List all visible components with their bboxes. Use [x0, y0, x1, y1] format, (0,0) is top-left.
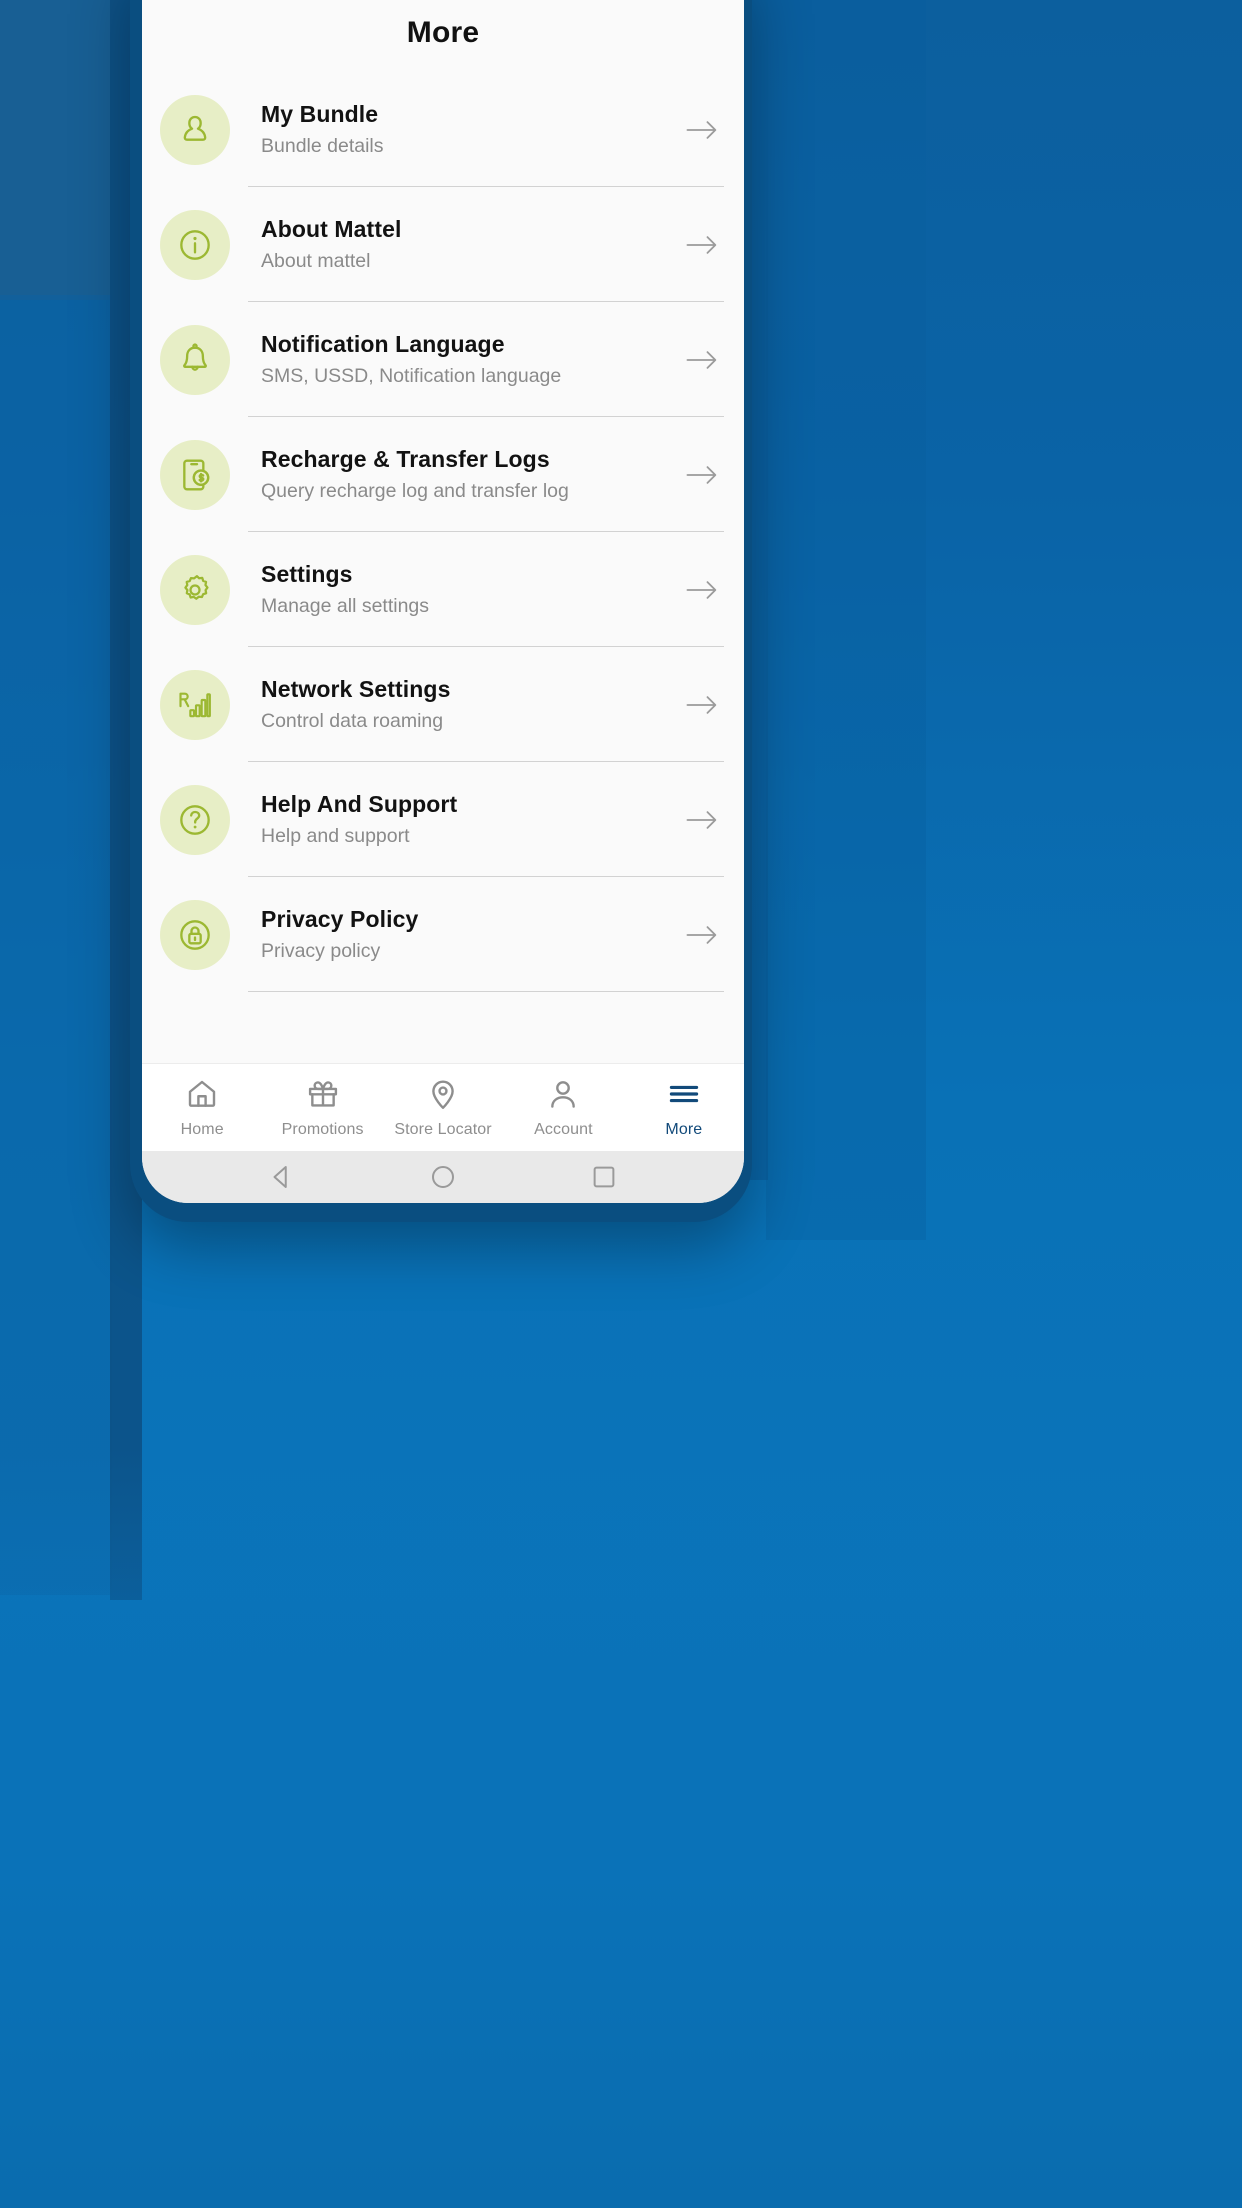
square-recents-icon[interactable] — [589, 1162, 619, 1192]
tab-home[interactable]: Home — [142, 1076, 262, 1139]
menu-row-divider — [248, 990, 724, 992]
menu-row-title: Network Settings — [261, 676, 451, 703]
menu-row-title: Notification Language — [261, 331, 505, 358]
bottom-tab-bar: Home Promotions Store Locator Account Mo… — [142, 1063, 744, 1151]
more-screen: More My Bundle Bundle details About Matt… — [142, 0, 744, 1063]
menu-row-title: Settings — [261, 561, 353, 588]
triangle-back-icon[interactable] — [267, 1162, 297, 1192]
gear-icon — [160, 554, 230, 625]
arrow-right-icon[interactable] — [682, 807, 722, 833]
menu-row-subtitle: SMS, USSD, Notification language — [261, 365, 562, 388]
menu-row-subtitle: Control data roaming — [261, 710, 444, 733]
gift-icon — [305, 1076, 341, 1112]
arrow-right-icon[interactable] — [682, 692, 722, 718]
lock-icon — [160, 899, 230, 970]
phone-screen: More My Bundle Bundle details About Matt… — [142, 0, 744, 1203]
menu-row-settings[interactable]: Settings Manage all settings — [142, 532, 744, 647]
background-strip-right-outer — [766, 0, 926, 1240]
menu-row-subtitle: About mattel — [261, 250, 371, 273]
menu-row-network-settings[interactable]: Network Settings Control data roaming — [142, 647, 744, 762]
circle-home-icon[interactable] — [428, 1162, 458, 1192]
info-circle-icon — [160, 209, 230, 280]
menu-row-my-bundle[interactable]: My Bundle Bundle details — [142, 72, 744, 187]
menu-row-text: Help And Support Help and support — [261, 790, 682, 848]
tab-label: More — [665, 1121, 703, 1138]
more-menu-list: My Bundle Bundle details About Mattel Ab… — [142, 72, 744, 1063]
menu-row-subtitle: Bundle details — [261, 135, 384, 158]
arrow-right-icon[interactable] — [682, 577, 722, 603]
account-icon — [545, 1076, 581, 1112]
arrow-right-icon[interactable] — [682, 347, 722, 373]
arrow-right-icon[interactable] — [682, 232, 722, 258]
background-panel-left-lower — [0, 295, 112, 1595]
background-panel-left — [0, 0, 120, 300]
menu-row-text: My Bundle Bundle details — [261, 100, 682, 158]
tab-store-locator[interactable]: Store Locator — [383, 1076, 503, 1139]
menu-row-subtitle: Help and support — [261, 825, 410, 848]
menu-row-title: My Bundle — [261, 101, 379, 128]
map-pin-icon — [425, 1076, 461, 1112]
menu-row-subtitle: Query recharge log and transfer log — [261, 480, 569, 503]
menu-row-text: Notification Language SMS, USSD, Notific… — [261, 330, 682, 388]
arrow-right-icon[interactable] — [682, 117, 722, 143]
menu-row-text: About Mattel About mattel — [261, 215, 682, 273]
menu-row-text: Recharge & Transfer Logs Query recharge … — [261, 445, 682, 503]
bell-icon — [160, 324, 230, 395]
tab-promotions[interactable]: Promotions — [262, 1076, 382, 1139]
android-system-nav — [142, 1151, 744, 1203]
tab-account[interactable]: Account — [503, 1076, 623, 1139]
menu-row-recharge-transfer-logs[interactable]: Recharge & Transfer Logs Query recharge … — [142, 417, 744, 532]
menu-row-privacy-policy[interactable]: Privacy Policy Privacy policy — [142, 877, 744, 992]
hamburger-icon — [666, 1076, 702, 1112]
phone-money-icon — [160, 439, 230, 510]
background-bottom-glow — [0, 1448, 1242, 2208]
tab-label: Promotions — [281, 1121, 364, 1138]
menu-row-title: About Mattel — [261, 216, 402, 243]
tab-label: Account — [534, 1121, 593, 1138]
question-circle-icon — [160, 784, 230, 855]
tab-more[interactable]: More — [624, 1076, 744, 1139]
menu-row-title: Privacy Policy — [261, 906, 419, 933]
menu-row-title: Recharge & Transfer Logs — [261, 446, 550, 473]
tab-label: Store Locator — [394, 1121, 492, 1138]
person-icon — [160, 94, 230, 165]
roaming-signal-icon — [160, 669, 230, 740]
menu-row-text: Network Settings Control data roaming — [261, 675, 682, 733]
tab-label: Home — [180, 1121, 224, 1138]
page-title: More — [406, 16, 480, 49]
arrow-right-icon[interactable] — [682, 922, 722, 948]
menu-row-text: Settings Manage all settings — [261, 560, 682, 618]
home-icon — [184, 1076, 220, 1112]
menu-row-title: Help And Support — [261, 791, 458, 818]
menu-row-text: Privacy Policy Privacy policy — [261, 905, 682, 963]
menu-row-notification-language[interactable]: Notification Language SMS, USSD, Notific… — [142, 302, 744, 417]
menu-row-subtitle: Manage all settings — [261, 595, 430, 618]
menu-row-subtitle: Privacy policy — [261, 940, 381, 963]
menu-row-about-mattel[interactable]: About Mattel About mattel — [142, 187, 744, 302]
arrow-right-icon[interactable] — [682, 462, 722, 488]
menu-row-help-and-support[interactable]: Help And Support Help and support — [142, 762, 744, 877]
